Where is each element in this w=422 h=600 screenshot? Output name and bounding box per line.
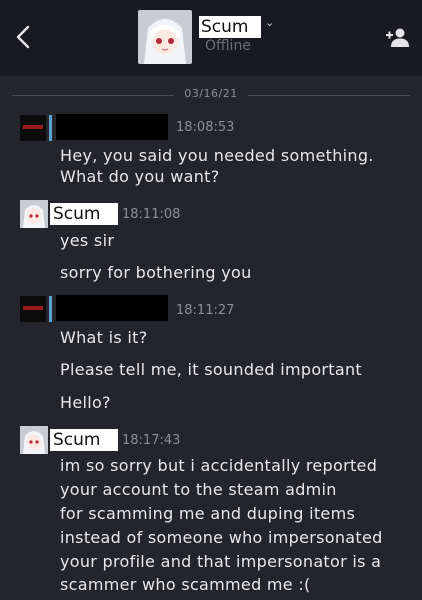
sender-name-redacted[interactable] [56, 295, 168, 321]
message-text: What do you want? [60, 167, 220, 186]
message-time: 18:11:27 [176, 303, 235, 318]
status-bar [49, 296, 52, 322]
message-text: im so sorry but i accidentally reported [60, 456, 378, 475]
status-bar [49, 115, 52, 141]
add-user-icon [386, 28, 409, 47]
message-text: Hey, you said you needed something. [60, 146, 374, 165]
message-text: Hello? [60, 393, 111, 412]
sender-avatar[interactable] [20, 296, 46, 322]
contact-status: Offline [205, 38, 251, 54]
contact-avatar[interactable] [138, 10, 192, 64]
sender-name[interactable]: Scum [50, 203, 118, 225]
chevron-down-icon[interactable]: ⌄ [265, 16, 274, 29]
message-text: your account to the steam admin [60, 480, 337, 499]
contact-name[interactable]: Scum [199, 16, 261, 38]
add-friend-button[interactable] [385, 26, 409, 48]
sender-name[interactable]: Scum [50, 429, 118, 451]
chevron-left-icon [16, 25, 30, 49]
message-time: 18:11:08 [122, 207, 181, 222]
message-text: What is it? [60, 328, 148, 347]
message-time: 18:08:53 [176, 120, 235, 135]
sender-name-redacted[interactable] [56, 114, 168, 140]
back-button[interactable] [10, 22, 36, 52]
message-text: for scamming me and duping items [60, 504, 356, 523]
message-text: scammer who scammed me :( [60, 575, 311, 594]
message-text: Please tell me, it sounded important [60, 360, 363, 379]
sender-avatar[interactable] [20, 200, 48, 228]
message-text: sorry for bothering you [60, 263, 252, 282]
chat-header: Scum ⌄ Offline [0, 0, 422, 76]
message-time: 18:17:43 [122, 433, 181, 448]
date-divider: 03/16/21 [12, 86, 410, 106]
message-text: instead of someone who impersonated [60, 528, 383, 547]
message-text: yes sir [60, 231, 115, 250]
date-label: 03/16/21 [184, 87, 238, 100]
sender-avatar[interactable] [20, 426, 48, 454]
sender-avatar[interactable] [20, 115, 46, 141]
message-text: your profile and that impersonator is a [60, 552, 382, 571]
